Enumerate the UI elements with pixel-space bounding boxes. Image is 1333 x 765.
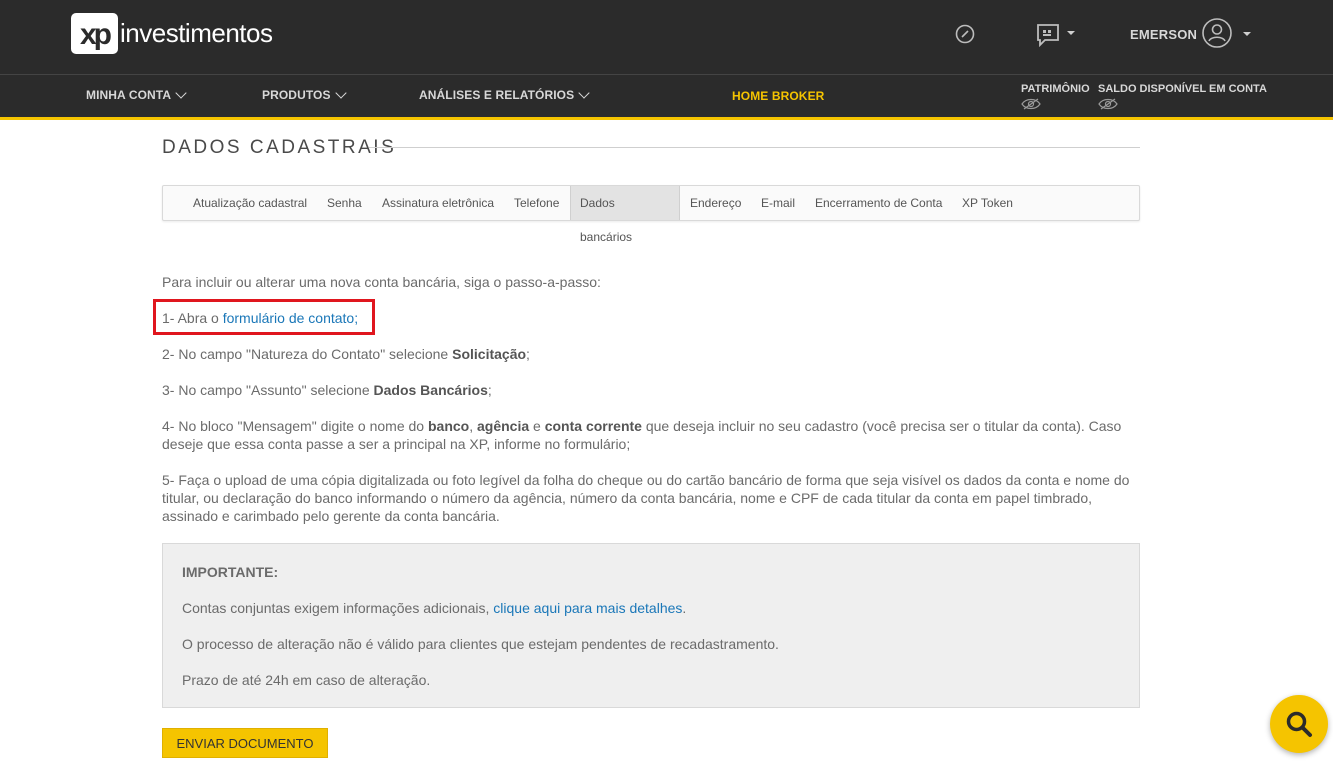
tab-endereco[interactable]: Endereço	[690, 186, 741, 220]
step-4-c: ,	[469, 418, 477, 434]
eye-hidden-icon[interactable]	[1098, 98, 1118, 110]
step-3-suffix: ;	[487, 382, 492, 398]
step-2: 2- No campo "Natureza do Contato" seleci…	[162, 345, 530, 363]
important-line-1: Contas conjuntas exigem informações adic…	[182, 600, 686, 616]
user-caret-icon[interactable]	[1243, 32, 1251, 36]
search-icon	[1286, 711, 1312, 737]
important-title: IMPORTANTE:	[182, 564, 279, 580]
important-line-1-suffix: .	[682, 600, 687, 616]
nav-home-broker[interactable]: HOME BROKER	[732, 89, 824, 103]
step-4-agencia: agência	[477, 418, 530, 434]
tab-dados-bancarios[interactable]: Dados bancários	[570, 186, 680, 244]
nav-minha-conta[interactable]: MINHA CONTA	[86, 86, 187, 102]
user-name[interactable]: EMERSON	[1130, 27, 1197, 42]
step-4-e: e	[529, 418, 545, 434]
nav-home-broker-label: HOME BROKER	[732, 89, 825, 103]
step-4-line-2: deseje que essa conta passe a ser a prin…	[162, 436, 631, 452]
nav-analises-label: ANÁLISES E RELATÓRIOS	[419, 88, 575, 102]
step-4-g: que deseja incluir no seu cadastro (você…	[641, 418, 1122, 434]
important-line-3: Prazo de até 24h em caso de alteração.	[182, 672, 431, 688]
patrimonio-label: PATRIMÔNIO	[1021, 83, 1090, 95]
step-3-bold: Dados Bancários	[373, 382, 488, 398]
tab-telefone[interactable]: Telefone	[514, 186, 559, 220]
step-3: 3- No campo "Assunto" selecione Dados Ba…	[162, 381, 492, 399]
important-notice: IMPORTANTE: Contas conjuntas exigem info…	[162, 543, 1140, 708]
step-2-bold: Solicitação	[452, 346, 527, 362]
tab-encerramento-de-conta[interactable]: Encerramento de Conta	[815, 186, 942, 220]
chevron-down-icon	[578, 86, 590, 99]
chat-icon[interactable]	[1036, 23, 1062, 47]
tab-xp-token[interactable]: XP Token	[962, 186, 1013, 220]
logo-mark: xp	[71, 13, 118, 54]
xp-logo[interactable]: xp investimentos	[71, 13, 273, 54]
eye-hidden-icon[interactable]	[1021, 98, 1041, 110]
important-line-1-prefix: Contas conjuntas exigem informações adic…	[182, 600, 494, 616]
nav-analises[interactable]: ANÁLISES E RELATÓRIOS	[419, 86, 590, 102]
avatar-icon[interactable]	[1202, 18, 1232, 48]
title-divider	[369, 147, 1140, 148]
nav-produtos-label: PRODUTOS	[262, 88, 331, 102]
chevron-down-icon	[175, 86, 187, 99]
logo-text: investimentos	[120, 18, 273, 48]
intro-text: Para incluir ou alterar uma nova conta b…	[162, 274, 601, 290]
search-fab-button[interactable]	[1270, 695, 1328, 753]
step-2-prefix: 2- No campo "Natureza do Contato" seleci…	[162, 346, 453, 362]
joint-accounts-link[interactable]: clique aqui para mais detalhes	[493, 600, 682, 616]
step-5-line-2: titular, ou declaração do banco informan…	[162, 490, 1093, 506]
chat-caret-icon[interactable]	[1067, 31, 1075, 35]
step-4-line-1: 4- No bloco "Mensagem" digite o nome do …	[162, 417, 1121, 435]
send-document-button[interactable]: ENVIAR DOCUMENTO	[162, 728, 328, 758]
accent-divider	[0, 117, 1333, 120]
compass-icon[interactable]	[955, 24, 975, 44]
step-5-line-3: assinado e carimbado pelo gerente da con…	[162, 508, 500, 524]
nav-produtos[interactable]: PRODUTOS	[262, 86, 347, 102]
saldo-label: SALDO DISPONÍVEL EM CONTA	[1098, 83, 1267, 95]
tab-bar: Atualização cadastral Senha Assinatura e…	[162, 185, 1140, 244]
step-2-suffix: ;	[526, 346, 530, 362]
highlight-box	[153, 299, 375, 335]
tab-senha[interactable]: Senha	[327, 186, 362, 220]
main-nav	[0, 74, 1333, 118]
step-5-line-1: 5- Faça o upload de uma cópia digitaliza…	[162, 472, 1130, 488]
page-title: DADOS CADASTRAIS	[162, 137, 397, 158]
important-line-2: O processo de alteração não é válido par…	[182, 636, 779, 652]
tab-email[interactable]: E-mail	[761, 186, 795, 220]
tab-atualizacao-cadastral[interactable]: Atualização cadastral	[193, 186, 307, 220]
chevron-down-icon	[334, 86, 347, 99]
step-4-banco: banco	[427, 418, 470, 434]
step-4-a: 4- No bloco "Mensagem" digite o nome do	[162, 418, 428, 434]
step-3-prefix: 3- No campo "Assunto" selecione	[162, 382, 374, 398]
step-4-conta-corrente: conta corrente	[544, 418, 642, 434]
nav-minha-conta-label: MINHA CONTA	[86, 88, 172, 102]
tab-assinatura-eletronica[interactable]: Assinatura eletrônica	[382, 186, 494, 220]
